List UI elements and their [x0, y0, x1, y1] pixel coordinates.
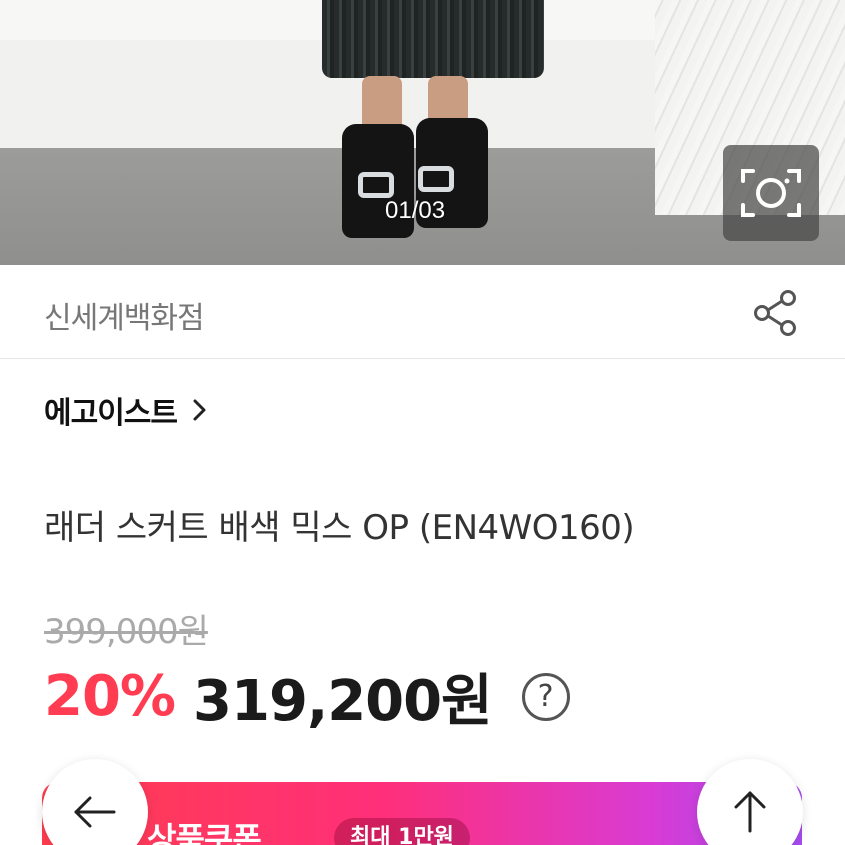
product-title: 래더 스커트 배색 믹스 OP (EN4WO160) [44, 508, 635, 548]
product-image[interactable]: 01/03 [0, 0, 845, 265]
price-help-button[interactable]: ? [521, 672, 570, 721]
coupon-badge: 최대 1만원 [334, 818, 470, 845]
brand-name: 에고이스트 [44, 396, 178, 431]
store-name[interactable]: 신세계백화점 [44, 293, 205, 337]
back-button[interactable] [42, 759, 148, 845]
chevron-right-icon [193, 399, 206, 421]
question-icon: ? [537, 679, 554, 714]
brand-link[interactable]: 에고이스트 [44, 388, 209, 432]
original-price: 399,000원 [44, 612, 209, 652]
coupon-label: 상품쿠폰 [147, 820, 262, 845]
arrow-left-icon [74, 796, 116, 828]
camera-lens-icon [741, 169, 801, 217]
sale-price-row: 20% 319,200원 ? [44, 656, 570, 737]
share-button[interactable] [750, 287, 802, 339]
image-search-button[interactable] [723, 145, 819, 241]
image-counter: 01/03 [385, 197, 446, 224]
final-price: 319,200원 [193, 669, 493, 734]
scroll-top-button[interactable] [697, 759, 803, 845]
store-row: 신세계백화점 [0, 265, 845, 359]
photo-buckle-right [418, 166, 454, 192]
share-icon [754, 290, 796, 336]
photo-buckle-left [358, 172, 394, 198]
photo-skirt [322, 0, 544, 78]
arrow-up-icon [734, 791, 766, 833]
coupon-banner[interactable]: 상품쿠폰 최대 1만원 [42, 782, 802, 845]
discount-rate: 20% [44, 664, 176, 729]
